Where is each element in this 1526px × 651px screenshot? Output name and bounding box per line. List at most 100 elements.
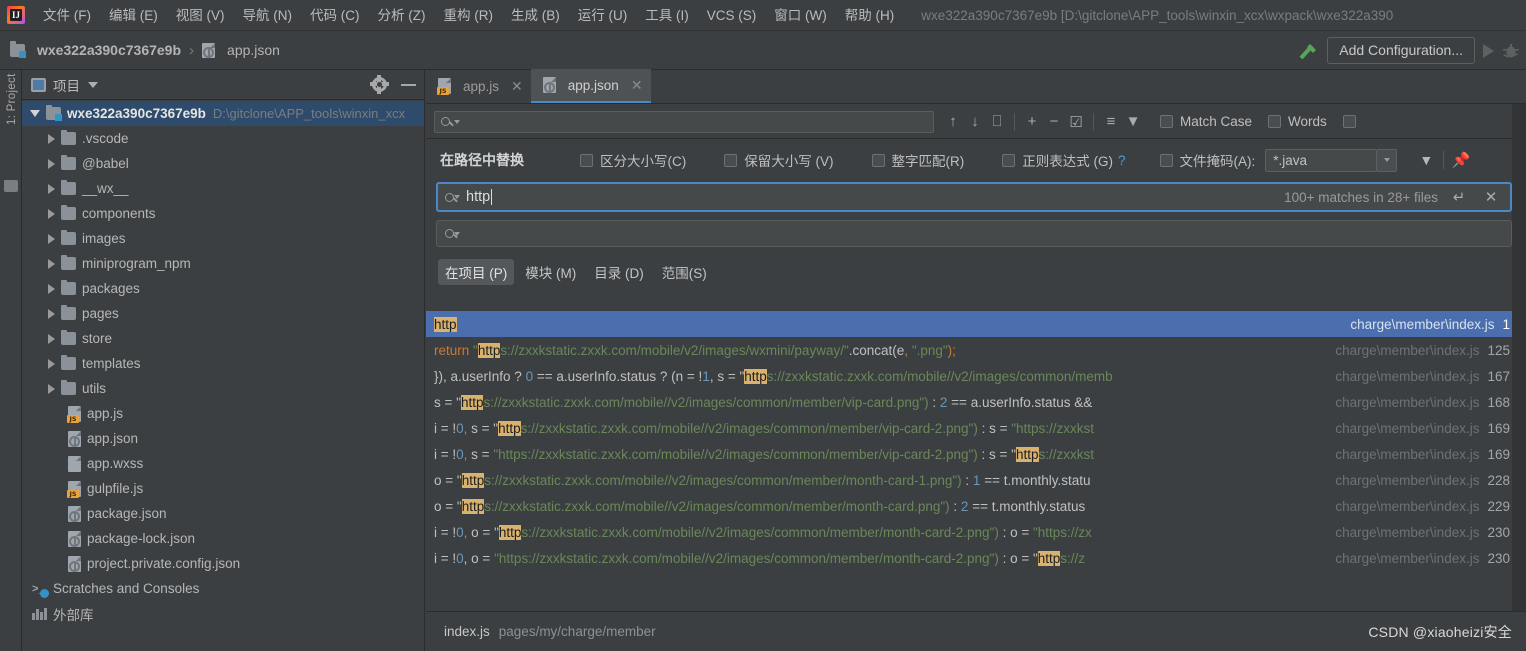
- result-row[interactable]: http charge\member\index.js 1: [426, 311, 1526, 337]
- chevron-right-icon[interactable]: [48, 133, 55, 144]
- result-row[interactable]: i = !0, o = "https://zxxkstatic.zxxk.com…: [426, 545, 1526, 571]
- breadcrumb-project[interactable]: wxe322a390c7367e9b: [37, 42, 181, 58]
- chevron-right-icon[interactable]: [48, 333, 55, 344]
- checkbox-box[interactable]: [1268, 115, 1282, 128]
- tree-row-external-libraries[interactable]: 外部库: [22, 601, 424, 626]
- tree-row-components[interactable]: components: [22, 201, 424, 226]
- collapse-all-icon[interactable]: −: [1043, 113, 1065, 130]
- checkbox-box[interactable]: [1342, 115, 1356, 128]
- menu-item-vcs[interactable]: VCS (S): [698, 4, 766, 27]
- menu-item-refactor[interactable]: 重构 (R): [435, 4, 503, 27]
- tree-row-scratches[interactable]: >_ Scratches and Consoles: [22, 576, 424, 601]
- result-row[interactable]: i = !0, s = "https://zxxkstatic.zxxk.com…: [426, 415, 1526, 441]
- scope-directory[interactable]: 目录 (D): [587, 259, 651, 285]
- tree-row-miniprogram-npm[interactable]: miniprogram_npm: [22, 251, 424, 276]
- run-button-icon[interactable]: [1483, 43, 1494, 58]
- expand-all-icon[interactable]: +: [1021, 113, 1043, 130]
- file-mask-dropdown-arrow[interactable]: [1377, 148, 1398, 172]
- result-row[interactable]: s = "https://zxxkstatic.zxxk.com/mobile/…: [426, 389, 1526, 415]
- close-icon[interactable]: ✕: [631, 77, 643, 94]
- option-case-sensitive[interactable]: 区分大小写(C): [580, 150, 686, 170]
- chevron-right-icon[interactable]: [48, 258, 55, 269]
- chevron-right-icon[interactable]: [48, 383, 55, 394]
- tree-row-packages[interactable]: packages: [22, 276, 424, 301]
- result-row[interactable]: o = "https://zxxkstatic.zxxk.com/mobile/…: [426, 493, 1526, 519]
- chevron-right-icon[interactable]: [48, 233, 55, 244]
- tree-row-templates[interactable]: templates: [22, 351, 424, 376]
- toolbar-search-input[interactable]: [434, 110, 934, 133]
- words-checkbox[interactable]: Words: [1268, 114, 1327, 129]
- gear-icon[interactable]: [369, 74, 389, 94]
- add-configuration-button[interactable]: Add Configuration...: [1327, 37, 1475, 64]
- debug-bug-icon[interactable]: [1502, 42, 1520, 60]
- next-occurrence-icon[interactable]: ↓: [964, 113, 986, 130]
- menu-item-navigate[interactable]: 导航 (N): [234, 4, 302, 27]
- build-hammer-icon[interactable]: [1297, 41, 1319, 61]
- open-in-new-window-icon[interactable]: ⎕: [986, 113, 1008, 130]
- breadcrumb-file[interactable]: app.json: [227, 42, 280, 58]
- option-whole-words[interactable]: 整字匹配(R): [871, 150, 964, 170]
- filter-funnel-icon[interactable]: ▼: [1415, 152, 1437, 168]
- regex-help-icon[interactable]: ?: [1118, 153, 1126, 168]
- search-input[interactable]: http 100+ matches in 28+ files ↵ ✕: [436, 182, 1512, 212]
- menu-item-edit[interactable]: 编辑 (E): [100, 4, 167, 27]
- menu-item-help[interactable]: 帮助 (H): [836, 4, 904, 27]
- clear-search-icon[interactable]: ✕: [1480, 188, 1502, 206]
- tree-row-app-json[interactable]: app.json: [22, 426, 424, 451]
- chevron-right-icon[interactable]: [48, 283, 55, 294]
- chevron-down-icon[interactable]: [88, 81, 98, 88]
- structure-tool-icon[interactable]: [4, 180, 18, 192]
- chevron-right-icon[interactable]: [48, 183, 55, 194]
- result-row[interactable]: i = !0, s = "https://zxxkstatic.zxxk.com…: [426, 441, 1526, 467]
- checkbox-box[interactable]: [1002, 153, 1016, 167]
- option-preserve-case[interactable]: 保留大小写 (V): [724, 150, 834, 170]
- file-mask-combo[interactable]: *.java: [1265, 148, 1398, 172]
- file-mask-value[interactable]: *.java: [1265, 148, 1378, 172]
- tree-row-pages[interactable]: pages: [22, 301, 424, 326]
- result-row[interactable]: i = !0, o = "https://zxxkstatic.zxxk.com…: [426, 519, 1526, 545]
- tree-row-utils[interactable]: utils: [22, 376, 424, 401]
- prev-occurrence-icon[interactable]: ↑: [942, 113, 964, 130]
- menu-item-window[interactable]: 窗口 (W): [765, 4, 835, 27]
- scope-in-project[interactable]: 在项目 (P): [438, 259, 515, 285]
- menu-item-file[interactable]: 文件 (F): [34, 4, 100, 27]
- tree-row-project-private-config-json[interactable]: project.private.config.json: [22, 551, 424, 576]
- close-icon[interactable]: ✕: [511, 78, 523, 95]
- tab-app-js[interactable]: JS app.js ✕: [426, 69, 531, 103]
- tree-row-app-wxss[interactable]: app.wxss: [22, 451, 424, 476]
- extra-checkbox[interactable]: [1342, 115, 1356, 128]
- result-row[interactable]: }), a.userInfo ? 0 == a.userInfo.status …: [426, 363, 1526, 389]
- chevron-down-icon[interactable]: [30, 110, 40, 117]
- scope-module[interactable]: 模块 (M): [518, 259, 583, 285]
- checkbox-box[interactable]: [1160, 115, 1173, 128]
- tree-row-store[interactable]: store: [22, 326, 424, 351]
- tree-row-root[interactable]: wxe322a390c7367e9b D:\gitclone\APP_tools…: [22, 101, 424, 126]
- menu-item-code[interactable]: 代码 (C): [301, 4, 369, 27]
- tree-row-gulpfile-js[interactable]: JS gulpfile.js: [22, 476, 424, 501]
- pin-icon[interactable]: 📌: [1450, 151, 1472, 169]
- option-regex[interactable]: 正则表达式 (G) ?: [1002, 150, 1126, 170]
- chevron-down-icon[interactable]: [454, 119, 460, 124]
- collapse-panel-icon[interactable]: [401, 83, 416, 86]
- result-row[interactable]: return "https://zxxkstatic.zxxk.com/mobi…: [426, 337, 1526, 363]
- menu-item-tools[interactable]: 工具 (I): [636, 4, 698, 27]
- group-by-icon[interactable]: ≡: [1100, 113, 1122, 130]
- tree-row-vscode[interactable]: .vscode: [22, 126, 424, 151]
- search-results-list[interactable]: http charge\member\index.js 1 return "https…: [426, 311, 1526, 611]
- option-file-mask[interactable]: 文件掩码(A):: [1159, 150, 1255, 170]
- filter-funnel-icon[interactable]: ▼: [1122, 113, 1144, 130]
- tab-app-json[interactable]: app.json ✕: [530, 69, 651, 103]
- menu-item-view[interactable]: 视图 (V): [167, 4, 234, 27]
- tree-row-package-lock-json[interactable]: package-lock.json: [22, 526, 424, 551]
- checkbox-box[interactable]: [724, 153, 738, 167]
- match-case-checkbox[interactable]: Match Case: [1160, 114, 1252, 129]
- tree-row-babel[interactable]: @babel: [22, 151, 424, 176]
- tree-row-wx[interactable]: __wx__: [22, 176, 424, 201]
- chevron-right-icon[interactable]: [48, 208, 55, 219]
- chevron-right-icon[interactable]: [48, 158, 55, 169]
- project-tool-tab[interactable]: 1: Project: [0, 73, 22, 154]
- menu-item-analyze[interactable]: 分析 (Z): [369, 4, 435, 27]
- tree-row-app-js[interactable]: JS app.js: [22, 401, 424, 426]
- scope-custom[interactable]: 范围(S): [655, 259, 714, 285]
- select-all-icon[interactable]: ☑: [1065, 113, 1087, 131]
